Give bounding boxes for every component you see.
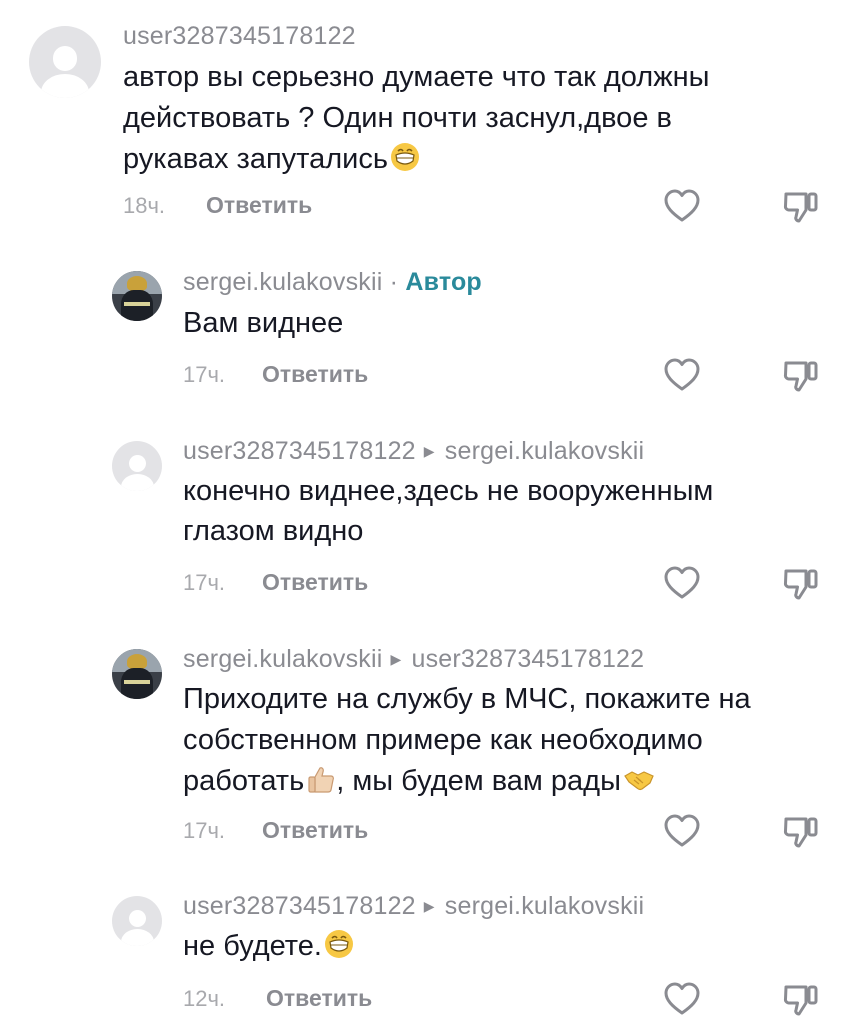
- comment-timestamp: 17ч.: [183, 570, 226, 595]
- handshake-emoji-icon: [623, 764, 655, 806]
- reply-button[interactable]: Ответить: [262, 569, 368, 596]
- comment-text-line: Вам виднее: [183, 307, 344, 339]
- comment-username[interactable]: user3287345178122 ▶ sergei.kulakovskii: [183, 437, 644, 466]
- heart-outline-icon[interactable]: [663, 565, 701, 601]
- username-text[interactable]: user3287345178122: [183, 437, 416, 465]
- thumbs-down-outline-icon[interactable]: [782, 981, 820, 1017]
- reply-button[interactable]: Ответить: [262, 817, 368, 844]
- comment-text: не будете.: [183, 930, 322, 962]
- heart-outline-icon[interactable]: [663, 357, 701, 393]
- thumbs-up-emoji-icon: [306, 764, 336, 806]
- reply-button[interactable]: Ответить: [266, 985, 372, 1012]
- username-text[interactable]: user3287345178122: [183, 892, 416, 920]
- comment-username[interactable]: user3287345178122 ▶ sergei.kulakovskii: [183, 892, 644, 921]
- thumbs-down-outline-icon[interactable]: [782, 357, 820, 393]
- reply-arrow-icon: ▶: [390, 651, 402, 667]
- reply-to-username[interactable]: user3287345178122: [411, 645, 644, 673]
- reply-arrow-icon: ▶: [423, 443, 435, 459]
- comment-text-line: работать , мы будем вам рады: [183, 761, 655, 806]
- avatar[interactable]: [112, 271, 162, 321]
- comment-text-line: действовать ? Один почти заснул,двое в: [123, 102, 672, 134]
- username-text[interactable]: sergei.kulakovskii: [183, 645, 383, 673]
- avatar[interactable]: [112, 896, 162, 946]
- avatar[interactable]: [112, 649, 162, 699]
- heart-outline-icon[interactable]: [663, 813, 701, 849]
- reply-button[interactable]: Ответить: [206, 192, 312, 219]
- reply-arrow-icon: ▶: [423, 898, 435, 914]
- comment-timestamp: 18ч.: [123, 193, 166, 218]
- comment-text-line: не будете.: [183, 926, 354, 971]
- reply-button[interactable]: Ответить: [262, 361, 368, 388]
- thumbs-down-outline-icon[interactable]: [782, 565, 820, 601]
- comment-text-line: конечно виднее,здесь не вооруженным: [183, 475, 714, 507]
- comment-timestamp: 12ч.: [183, 986, 226, 1011]
- reply-to-username[interactable]: sergei.kulakovskii: [445, 437, 645, 465]
- author-badge: Автор: [405, 268, 482, 296]
- grinning-face-emoji-icon: [390, 142, 420, 184]
- comment-timestamp: 17ч.: [183, 362, 226, 387]
- comment-thread: user3287345178122 автор вы серьезно дума…: [0, 0, 846, 1024]
- thumbs-down-outline-icon[interactable]: [782, 188, 820, 224]
- comment-text: , мы будем вам рады: [336, 765, 621, 797]
- comment-username[interactable]: sergei.kulakovskii · Автор: [183, 268, 482, 297]
- comment-text-line: автор вы серьезно думаете что так должны: [123, 61, 710, 93]
- comment-text: рукавах запутались: [123, 143, 388, 175]
- heart-outline-icon[interactable]: [663, 981, 701, 1017]
- avatar[interactable]: [112, 441, 162, 491]
- comment-text: работать: [183, 765, 305, 797]
- comment-text-line: Приходите на службу в МЧС, покажите на: [183, 683, 751, 715]
- comment-text-line: глазом видно: [183, 515, 364, 547]
- comment-username[interactable]: sergei.kulakovskii ▶ user3287345178122: [183, 645, 644, 674]
- avatar[interactable]: [29, 26, 101, 98]
- grinning-face-emoji-icon: [324, 929, 354, 971]
- username-text[interactable]: sergei.kulakovskii: [183, 268, 383, 296]
- comment-text-line: рукавах запутались: [123, 139, 420, 184]
- comment-text-line: собственном примере как необходимо: [183, 724, 703, 756]
- reply-to-username[interactable]: sergei.kulakovskii: [445, 892, 645, 920]
- comment-username[interactable]: user3287345178122: [123, 22, 356, 51]
- comment-timestamp: 17ч.: [183, 818, 226, 843]
- thumbs-down-outline-icon[interactable]: [782, 813, 820, 849]
- heart-outline-icon[interactable]: [663, 188, 701, 224]
